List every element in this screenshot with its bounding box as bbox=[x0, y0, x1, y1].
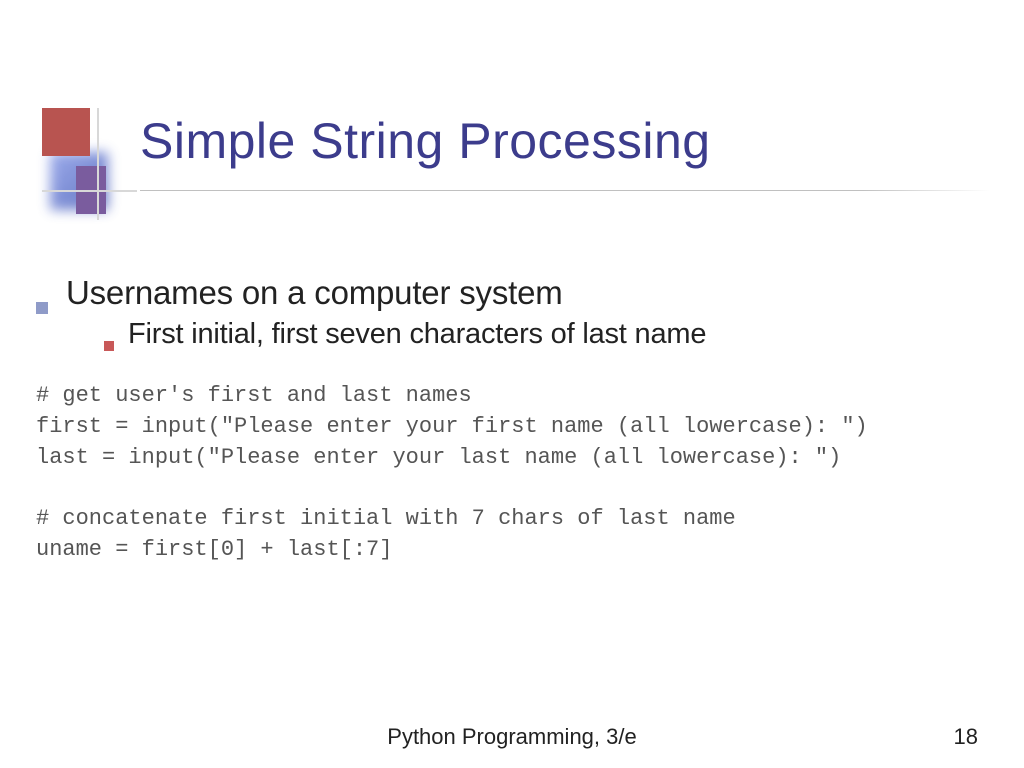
slide-content: Usernames on a computer system First ini… bbox=[0, 210, 1024, 566]
logo-graphic bbox=[42, 108, 114, 220]
logo-vertical-line bbox=[97, 108, 99, 220]
bullet-text: Usernames on a computer system bbox=[66, 274, 563, 312]
code-block: # get user's first and last names first … bbox=[36, 381, 988, 566]
square-bullet-icon bbox=[36, 302, 48, 314]
bullet-item: Usernames on a computer system bbox=[36, 274, 988, 312]
slide-title: Simple String Processing bbox=[140, 112, 711, 170]
logo-horizontal-line bbox=[42, 190, 137, 192]
slide: Simple String Processing Usernames on a … bbox=[0, 0, 1024, 768]
sub-bullet-text: First initial, first seven characters of… bbox=[128, 318, 706, 351]
slide-footer: Python Programming, 3/e bbox=[0, 724, 1024, 750]
logo-red-square bbox=[42, 108, 90, 156]
title-underline bbox=[140, 190, 990, 191]
square-bullet-icon bbox=[104, 341, 114, 351]
footer-text: Python Programming, 3/e bbox=[387, 724, 636, 750]
slide-header: Simple String Processing bbox=[0, 0, 1024, 210]
page-number: 18 bbox=[954, 724, 978, 750]
sub-bullet-item: First initial, first seven characters of… bbox=[36, 318, 988, 351]
